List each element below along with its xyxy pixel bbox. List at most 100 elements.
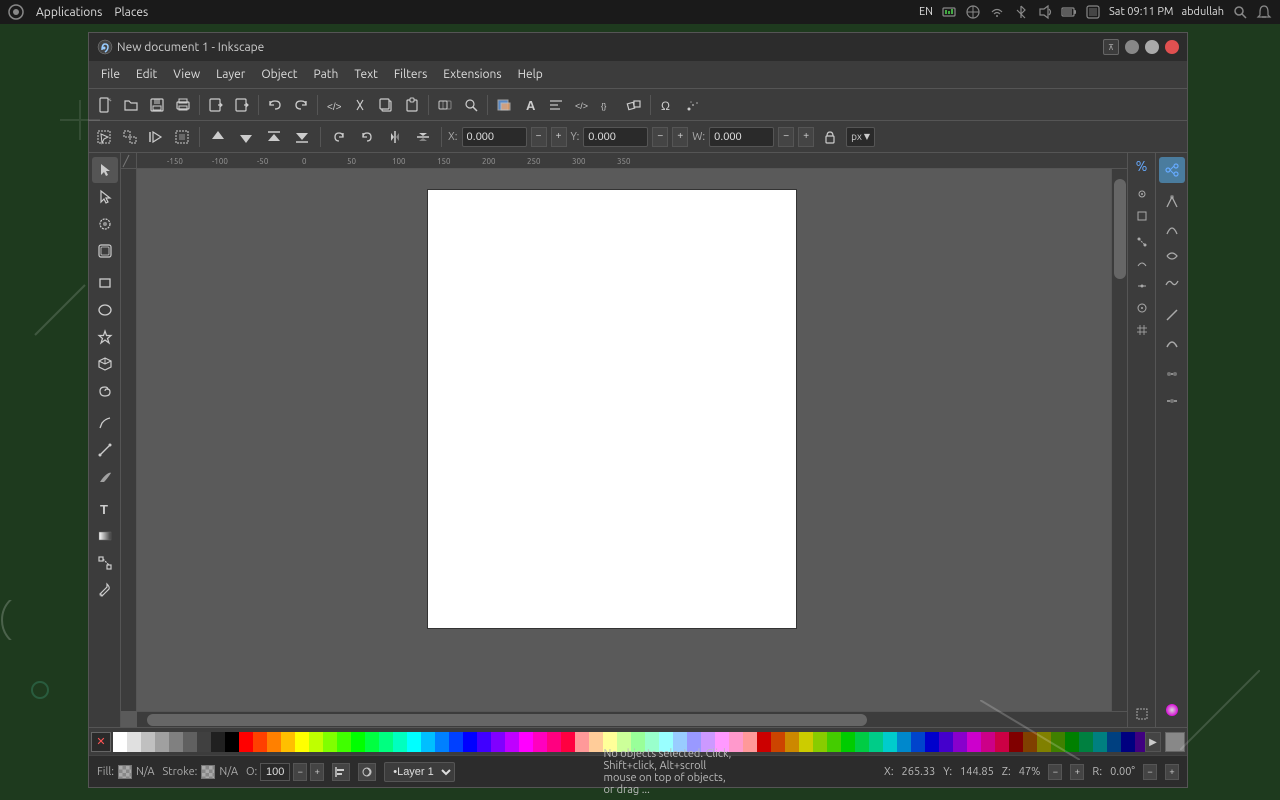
palette-color-32[interactable]: [561, 732, 575, 752]
menu-file[interactable]: File: [93, 66, 128, 83]
selector-tool[interactable]: [92, 157, 118, 183]
export-btn[interactable]: [230, 93, 254, 117]
snap-smooth-nodes[interactable]: [1131, 253, 1153, 275]
palette-color-28[interactable]: [505, 732, 519, 752]
auto-smooth-btn[interactable]: [1159, 270, 1185, 296]
palette-color-52[interactable]: [841, 732, 855, 752]
rotate-ccw-btn[interactable]: [355, 125, 379, 149]
palette-color-10[interactable]: [253, 732, 267, 752]
transform-btn[interactable]: [622, 93, 646, 117]
palette-color-12[interactable]: [281, 732, 295, 752]
opacity-input[interactable]: [260, 763, 290, 781]
ellipse-tool[interactable]: [92, 297, 118, 323]
x-minus-btn[interactable]: −: [531, 127, 547, 147]
rotate-cw-btn[interactable]: [327, 125, 351, 149]
window-maximize-btn[interactable]: [1145, 40, 1159, 54]
join-nodes-btn[interactable]: [1159, 361, 1185, 387]
palette-color-1[interactable]: [127, 732, 141, 752]
palette-color-6[interactable]: [197, 732, 211, 752]
menu-text[interactable]: Text: [346, 66, 386, 83]
palette-color-4[interactable]: [169, 732, 183, 752]
curve-segment-btn[interactable]: [1159, 329, 1185, 355]
palette-color-49[interactable]: [799, 732, 813, 752]
snap-nodes-btn[interactable]: [1131, 183, 1153, 205]
v-scrollbar[interactable]: [1111, 169, 1127, 711]
rect-tool[interactable]: [92, 270, 118, 296]
palette-color-15[interactable]: [323, 732, 337, 752]
palette-color-46[interactable]: [757, 732, 771, 752]
zoom-drawing-btn[interactable]: [459, 93, 483, 117]
palette-color-29[interactable]: [519, 732, 533, 752]
palette-color-34[interactable]: [589, 732, 603, 752]
x-input[interactable]: [462, 127, 527, 147]
lock-ratio-btn[interactable]: [818, 125, 842, 149]
palette-color-72[interactable]: [1121, 732, 1135, 752]
menu-filters[interactable]: Filters: [386, 66, 435, 83]
layer-selector[interactable]: •Layer 1: [384, 762, 455, 782]
undo-btn[interactable]: [263, 93, 287, 117]
palette-color-13[interactable]: [295, 732, 309, 752]
connector-tool[interactable]: [92, 550, 118, 576]
spray-btn[interactable]: [681, 93, 705, 117]
calligraphy-tool[interactable]: [92, 464, 118, 490]
snap-enable-btn[interactable]: %: [1131, 155, 1153, 177]
paste-btn[interactable]: [400, 93, 424, 117]
palette-color-9[interactable]: [239, 732, 253, 752]
palette-color-70[interactable]: [1093, 732, 1107, 752]
palette-color-56[interactable]: [897, 732, 911, 752]
palette-color-57[interactable]: [911, 732, 925, 752]
palette-color-0[interactable]: [113, 732, 127, 752]
menu-edit[interactable]: Edit: [128, 66, 165, 83]
palette-color-7[interactable]: [211, 732, 225, 752]
lower-btn[interactable]: [234, 125, 258, 149]
redo-btn[interactable]: [289, 93, 313, 117]
palette-color-55[interactable]: [883, 732, 897, 752]
canvas-area[interactable]: -150 -100 -50 0 50 100 150 200 250 300 3…: [121, 153, 1127, 727]
x-plus-btn[interactable]: +: [551, 127, 567, 147]
y-plus-btn[interactable]: +: [672, 127, 688, 147]
snap-grid[interactable]: [1131, 319, 1153, 341]
palette-color-16[interactable]: [337, 732, 351, 752]
nodes-panel-btn[interactable]: [1159, 157, 1185, 183]
h-scrollbar[interactable]: [137, 711, 1127, 727]
w-minus-btn[interactable]: −: [778, 127, 794, 147]
import-btn[interactable]: [204, 93, 228, 117]
select-same-btn[interactable]: [119, 126, 141, 148]
align-btn[interactable]: [544, 93, 568, 117]
xml-edit-btn[interactable]: </>: [570, 93, 594, 117]
fill-stroke-btn[interactable]: [492, 93, 516, 117]
palette-color-24[interactable]: [449, 732, 463, 752]
palette-color-50[interactable]: [813, 732, 827, 752]
palette-color-48[interactable]: [785, 732, 799, 752]
text-tool[interactable]: T: [92, 496, 118, 522]
menu-extensions[interactable]: Extensions: [435, 66, 509, 83]
palette-color-59[interactable]: [939, 732, 953, 752]
snap-bbox-btn[interactable]: [1131, 205, 1153, 227]
window-collapse-btn[interactable]: ⊼: [1103, 39, 1119, 55]
snap-page[interactable]: [1131, 703, 1153, 725]
smooth-node-btn[interactable]: [1159, 216, 1185, 242]
palette-color-53[interactable]: [855, 732, 869, 752]
palette-color-18[interactable]: [365, 732, 379, 752]
palette-color-22[interactable]: [421, 732, 435, 752]
menu-view[interactable]: View: [165, 66, 208, 83]
window-close-btn[interactable]: [1165, 40, 1179, 54]
opacity-plus-btn[interactable]: +: [310, 763, 324, 781]
w-plus-btn[interactable]: +: [798, 127, 814, 147]
zoom-in-btn[interactable]: +: [1070, 764, 1084, 780]
tweak-tool[interactable]: [92, 211, 118, 237]
palette-color-3[interactable]: [155, 732, 169, 752]
canvas-viewport[interactable]: [137, 169, 1127, 711]
print-btn[interactable]: [171, 93, 195, 117]
3dbox-tool[interactable]: [92, 351, 118, 377]
palette-color-33[interactable]: [575, 732, 589, 752]
y-input[interactable]: [583, 127, 648, 147]
palette-color-14[interactable]: [309, 732, 323, 752]
copy-btn[interactable]: [374, 93, 398, 117]
palette-color-51[interactable]: [827, 732, 841, 752]
palette-scroll-btn[interactable]: ▶: [1145, 732, 1161, 752]
palette-color-5[interactable]: [183, 732, 197, 752]
palette-color-23[interactable]: [435, 732, 449, 752]
palette-color-21[interactable]: [407, 732, 421, 752]
cusp-node-btn[interactable]: [1159, 189, 1185, 215]
